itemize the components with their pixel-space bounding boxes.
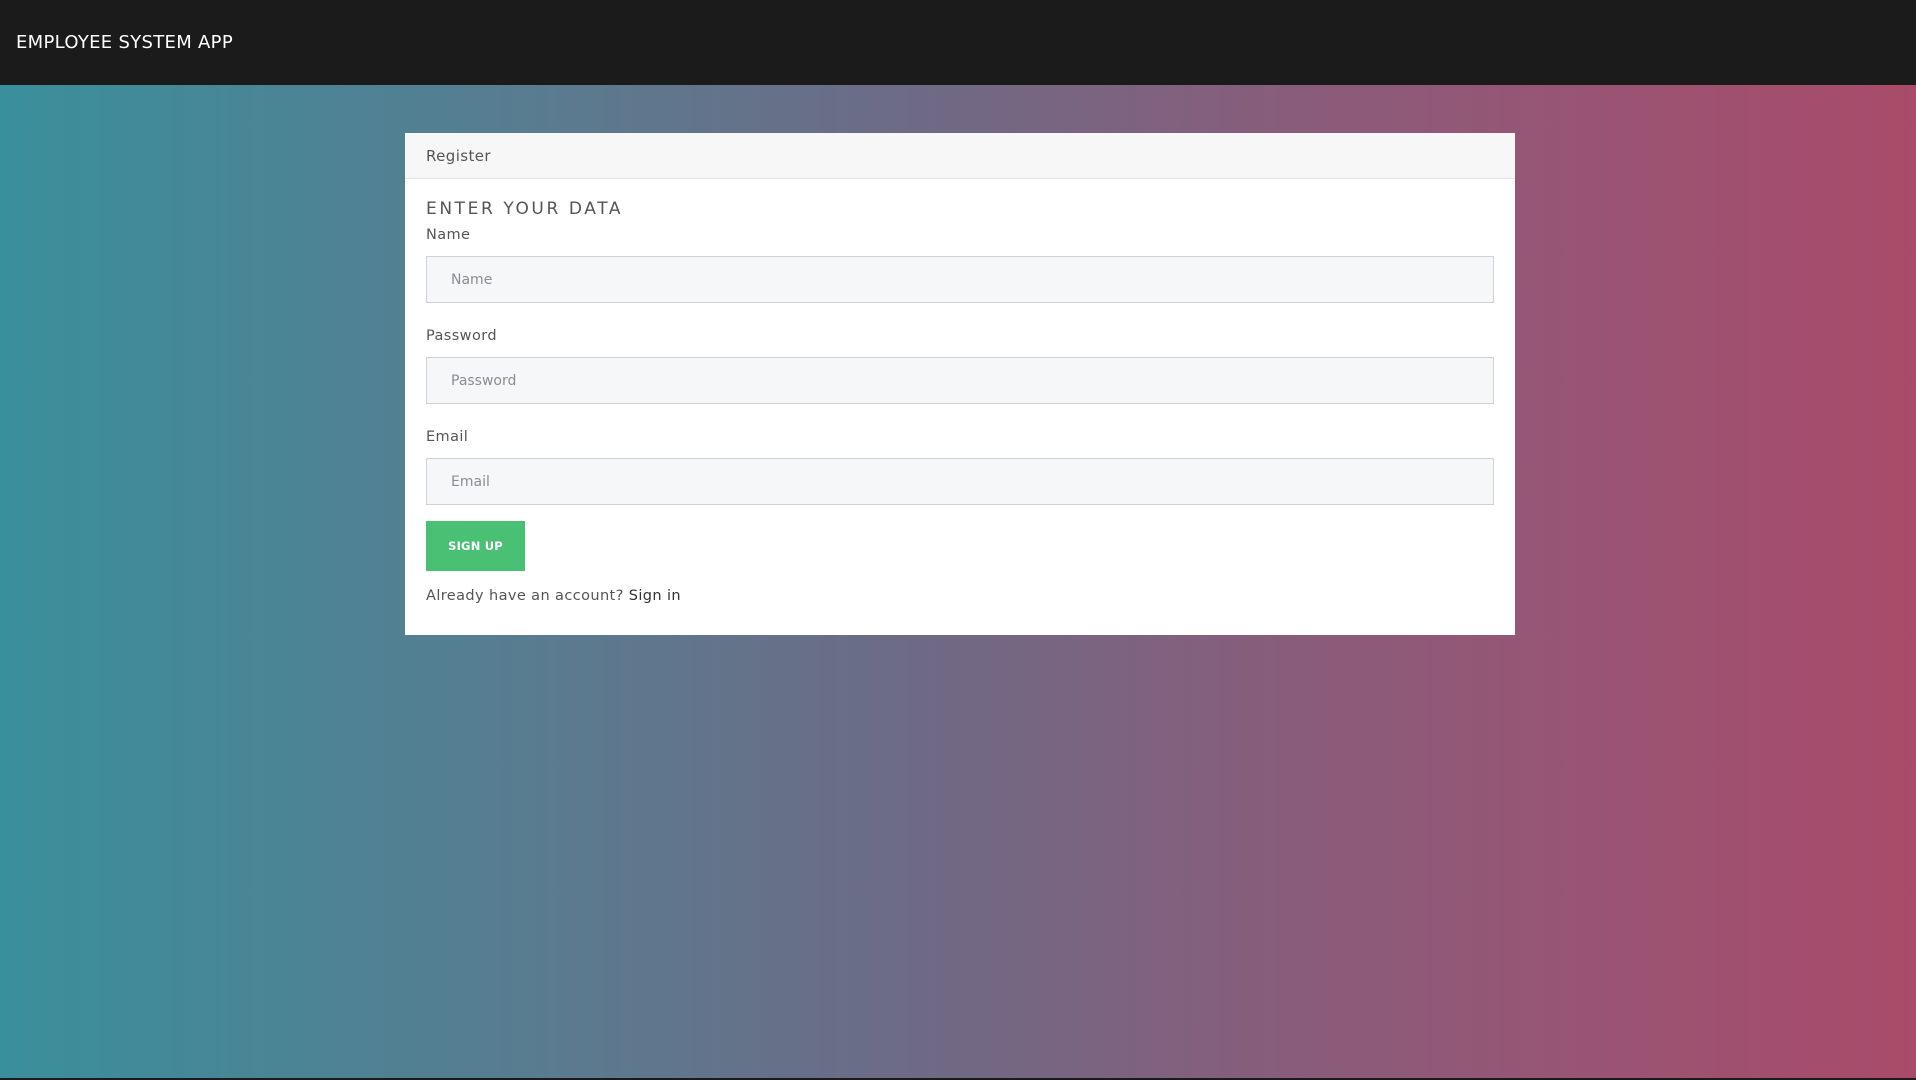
password-label: Password — [426, 328, 497, 344]
signin-prompt-text: Already have an account? — [426, 588, 624, 604]
sign-up-button[interactable]: SIGN UP — [426, 521, 525, 571]
navbar: EMPLOYEE SYSTEM APP — [0, 0, 1916, 85]
signin-prompt: Already have an account? Sign in — [426, 588, 1494, 604]
register-card: Register ENTER YOUR DATA Name Password E… — [405, 133, 1515, 635]
brand-title[interactable]: EMPLOYEE SYSTEM APP — [16, 32, 233, 53]
card-header-title: Register — [426, 146, 491, 165]
email-label: Email — [426, 429, 469, 445]
email-input[interactable] — [426, 458, 1494, 505]
name-label: Name — [426, 227, 471, 243]
card-body: ENTER YOUR DATA Name Password Email SIGN… — [405, 199, 1515, 604]
sign-in-link[interactable]: Sign in — [629, 588, 681, 604]
name-input[interactable] — [426, 256, 1494, 303]
form-title: ENTER YOUR DATA — [426, 199, 624, 219]
password-input[interactable] — [426, 357, 1494, 404]
card-header: Register — [405, 133, 1515, 179]
